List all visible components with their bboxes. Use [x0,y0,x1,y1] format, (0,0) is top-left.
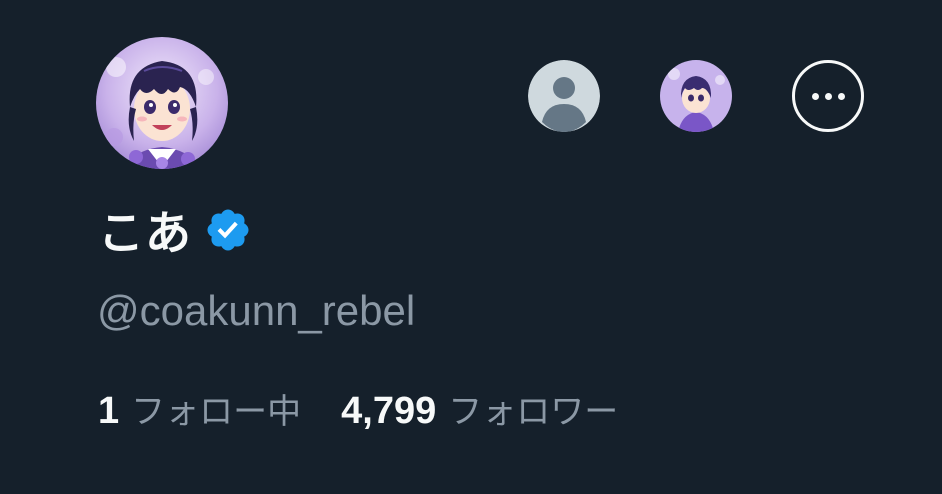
followers-count: 4,799 [341,390,437,432]
following-link[interactable]: 1 フォロー中 [98,384,301,433]
avatar-image [96,37,228,169]
verified-badge-icon[interactable] [204,206,252,254]
default-profile-icon[interactable] [528,60,600,132]
profile-header: こあ @coakunn_rebel 1 フォロー中 4,799 フォロワー [0,0,942,494]
more-dot [837,92,845,100]
followers-link[interactable]: 4,799 フォロワー [341,384,618,433]
following-label: フォロー中 [131,392,302,432]
followers-label: フォロワー [448,392,619,432]
chibi-avatar-image [660,60,732,132]
following-count: 1 [98,390,120,432]
follow-stats: 1 フォロー中 4,799 フォロワー [98,384,618,433]
default-avatar-image [528,60,600,132]
profile-avatar[interactable] [96,37,228,169]
name-row: こあ [98,200,252,260]
display-name: こあ [98,206,192,260]
profile-handle: @coakunn_rebel [97,287,416,334]
more-options-icon[interactable] [792,60,864,132]
chibi-character-avatar[interactable] [660,60,732,132]
more-dot [824,92,832,100]
more-dot [811,92,819,100]
